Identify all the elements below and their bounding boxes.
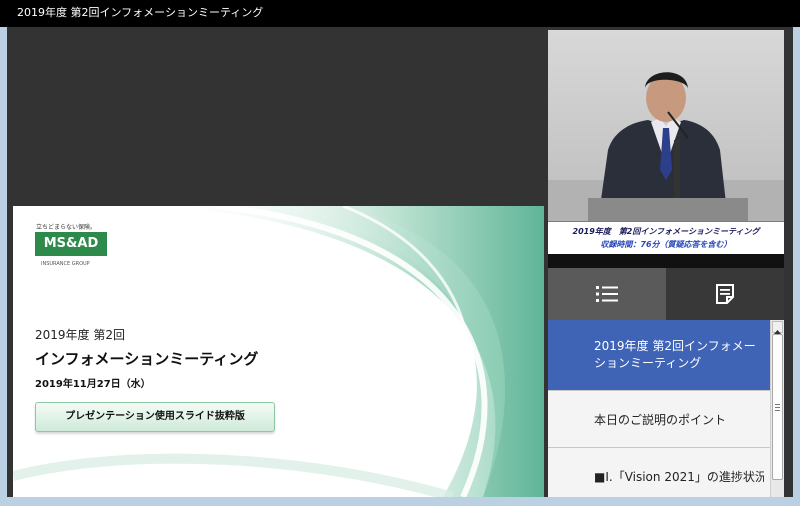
chapter-label: 本日のご説明のポイント — [594, 412, 727, 427]
grip-icon — [775, 404, 780, 411]
chapter-label: ■Ⅰ.「Vision 2021」の進捗状況 — [594, 469, 764, 484]
list-icon — [596, 286, 618, 302]
tab-chapter-list[interactable] — [548, 268, 666, 320]
scroll-thumb[interactable] — [772, 334, 783, 480]
panel-tabs — [548, 268, 784, 320]
window-title: 2019年度 第2回インフォメーションミーティング — [0, 0, 800, 27]
chapter-list: 2019年度 第2回インフォメーションミーティング 本日のご説明のポイント ■Ⅰ… — [548, 320, 770, 497]
video-caption: 2019年度 第2回インフォメーションミーティング 収録時間：76分（質疑応答を… — [548, 221, 784, 254]
slide-date: 2019年11月27日（水） — [35, 379, 151, 390]
chapter-item[interactable]: 2019年度 第2回インフォメーションミーティング — [548, 320, 770, 391]
slide-title: インフォメーションミーティング — [35, 350, 259, 368]
speaker-video-frame — [548, 30, 784, 221]
slide-kicker: 2019年度 第2回 — [35, 328, 125, 342]
chapter-scrollbar[interactable] — [770, 320, 784, 497]
chapter-item[interactable]: 本日のご説明のポイント — [548, 391, 770, 448]
msad-logo-subtext: INSURANCE GROUP — [41, 261, 90, 267]
caption-duration: 収録時間：76分（質疑応答を含む） — [600, 240, 732, 249]
notes-icon — [716, 284, 734, 304]
player-window: 2019年度 第2回インフォメーションミーティング 立ちどまらない保険。 MS&… — [0, 0, 800, 506]
slide-excerpt-button[interactable]: プレゼンテーション使用スライド抜粋版 — [35, 402, 275, 432]
slide-tagline: 立ちどまらない保険。 — [36, 224, 97, 231]
player-stage: 立ちどまらない保険。 MS&AD INSURANCE GROUP 2019年度 … — [7, 27, 793, 497]
speaker-video[interactable]: 2019年度 第2回インフォメーションミーティング 収録時間：76分（質疑応答を… — [548, 30, 784, 268]
slide-view: 立ちどまらない保険。 MS&AD INSURANCE GROUP 2019年度 … — [13, 206, 544, 497]
caption-title: 2019年度 第2回インフォメーションミーティング — [572, 227, 760, 236]
chapter-label: 2019年度 第2回インフォメーションミーティング — [594, 339, 756, 370]
scroll-up-arrow[interactable] — [772, 321, 783, 334]
chapter-item[interactable]: ■Ⅰ.「Vision 2021」の進捗状況 — [548, 448, 770, 497]
msad-logo: MS&AD — [35, 232, 107, 256]
tab-notes[interactable] — [666, 268, 784, 320]
